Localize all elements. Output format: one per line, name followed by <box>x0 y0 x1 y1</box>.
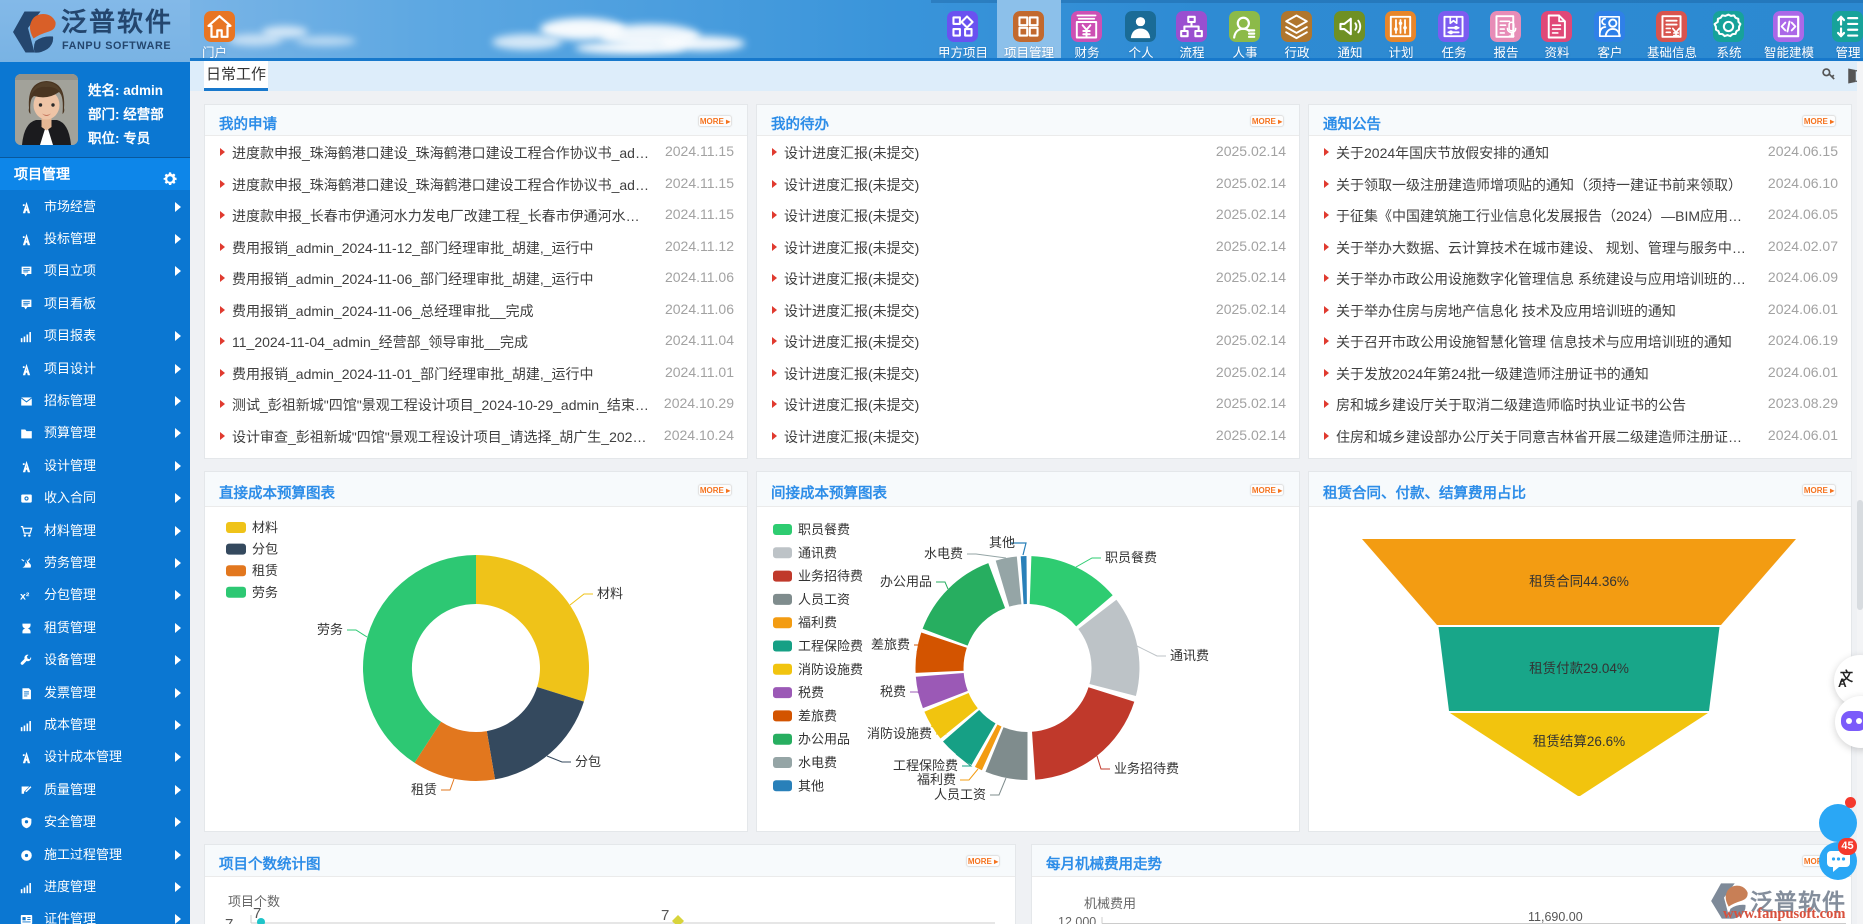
svg-text:业务招待费: 业务招待费 <box>798 569 863 584</box>
svg-text:租赁: 租赁 <box>252 563 278 578</box>
svg-text:劳务: 劳务 <box>317 622 343 637</box>
svg-text:租赁: 租赁 <box>411 782 437 797</box>
svg-text:业务招待费: 业务招待费 <box>1114 761 1179 776</box>
svg-text:消防设施费: 消防设施费 <box>867 726 932 741</box>
svg-text:消防设施费: 消防设施费 <box>798 662 863 677</box>
svg-text:材料: 材料 <box>597 586 623 601</box>
svg-text:税费: 税费 <box>798 685 824 700</box>
svg-text:人员工资: 人员工资 <box>934 787 986 802</box>
svg-text:水电费: 水电费 <box>798 755 837 770</box>
svg-text:其他: 其他 <box>798 778 824 793</box>
svg-text:差旅费: 差旅费 <box>871 637 910 652</box>
svg-text:差旅费: 差旅费 <box>798 708 837 723</box>
svg-text:人员工资: 人员工资 <box>798 592 850 607</box>
svg-text:其他: 其他 <box>989 535 1015 550</box>
svg-text:福利费: 福利费 <box>917 772 956 787</box>
svg-text:材料: 材料 <box>252 520 278 535</box>
svg-text:办公用品: 办公用品 <box>880 574 932 589</box>
svg-text:劳务: 劳务 <box>252 585 278 600</box>
svg-text:通讯费: 通讯费 <box>798 545 837 560</box>
svg-text:工程保险费: 工程保险费 <box>798 639 863 654</box>
svg-text:职员餐费: 职员餐费 <box>1105 550 1157 565</box>
svg-text:分包: 分包 <box>252 542 278 557</box>
svg-text:工程保险费: 工程保险费 <box>893 758 958 773</box>
svg-text:租赁付款29.04%: 租赁付款29.04% <box>1529 661 1629 676</box>
svg-text:租赁合同44.36%: 租赁合同44.36% <box>1529 574 1629 589</box>
svg-text:通讯费: 通讯费 <box>1170 648 1209 663</box>
svg-text:福利费: 福利费 <box>798 615 837 630</box>
svg-text:职员餐费: 职员餐费 <box>798 522 850 537</box>
svg-text:分包: 分包 <box>575 754 601 769</box>
svg-text:水电费: 水电费 <box>924 546 963 561</box>
svg-text:租赁结算26.6%: 租赁结算26.6% <box>1533 734 1625 749</box>
svg-text:x²: x² <box>20 591 30 602</box>
svg-text:办公用品: 办公用品 <box>798 732 850 747</box>
svg-text:税费: 税费 <box>880 684 906 699</box>
